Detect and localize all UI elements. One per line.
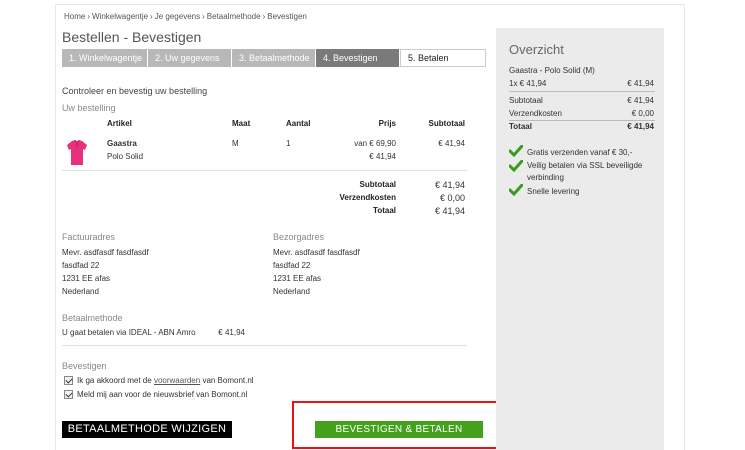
col-subtotaal: Subtotaal [428, 119, 465, 128]
divider [509, 120, 655, 121]
breadcrumb-separator: › [150, 12, 153, 21]
confirm-heading: Bevestigen [62, 361, 107, 371]
step-cart[interactable]: 1. Winkelwagentje [62, 49, 147, 67]
invoice-address-line: fasdfad 22 [62, 261, 100, 270]
delivery-address-heading: Bezorgadres [273, 232, 325, 242]
invoice-address: Mevr. asdfasdf fasdfasdf fasdfad 22 1231… [62, 246, 149, 298]
overview-shipping-value: € 0,00 [631, 109, 654, 118]
col-aantal: Aantal [286, 119, 311, 128]
step-details[interactable]: 2. Uw gegevens [148, 49, 231, 67]
divider [62, 170, 467, 171]
checkmark-icon [509, 184, 523, 196]
page-title: Bestellen - Bevestigen [62, 29, 202, 45]
newsletter-row: Meld mij aan voor de nieuwsbrief van Bom… [64, 390, 248, 400]
overview-subtotal-value: € 41,94 [627, 96, 654, 105]
overview-shipping-label: Verzendkosten [509, 109, 562, 118]
terms-text-post: van Bomont.nl [202, 376, 254, 385]
checkmark-icon [509, 145, 523, 157]
breadcrumb-current: Bevestigen [267, 12, 307, 21]
col-prijs: Prijs [378, 119, 396, 128]
overview-total-value: € 41,94 [627, 122, 654, 131]
step-payment-method[interactable]: 3. Betaalmethode [232, 49, 315, 67]
totals-subtotal-label: Subtotaal [359, 180, 396, 189]
overview-title: Overzicht [509, 42, 564, 57]
breadcrumb-separator: › [87, 12, 91, 21]
confirm-and-pay-button[interactable]: BEVESTIGEN & BETALEN [315, 421, 483, 438]
breadcrumb-details[interactable]: Je gegevens [155, 12, 200, 21]
product-price-now: € 41,94 [369, 152, 396, 161]
product-brand[interactable]: Gaastra [107, 139, 137, 148]
checkout-steps: 1. Winkelwagentje 2. Uw gegevens 3. Beta… [62, 49, 487, 67]
payment-amount: € 41,94 [218, 328, 245, 337]
invoice-address-line: Mevr. asdfasdf fasdfasdf [62, 248, 149, 257]
breadcrumb-cart[interactable]: Winkelwagentje [92, 12, 148, 21]
overview-line-amount: € 41,94 [627, 79, 654, 88]
terms-row: Ik ga akkoord met de voorwaarden van Bom… [64, 376, 254, 386]
invoice-address-line: 1231 EE afas [62, 274, 111, 283]
totals-total-label: Totaal [373, 206, 396, 215]
totals-shipping-label: Verzendkosten [339, 193, 396, 202]
order-heading: Uw bestelling [62, 103, 116, 113]
step-confirm: 4. Bevestigen [316, 49, 399, 67]
feature-secure-payment: Veilig betalen via SSL beveiligde verbin… [527, 160, 642, 184]
invoice-address-heading: Factuuradres [62, 232, 116, 242]
totals-total-value: € 41,94 [434, 206, 465, 216]
terms-link[interactable]: voorwaarden [154, 376, 200, 385]
delivery-address-line: fasdfad 22 [273, 261, 311, 270]
feature-line: verbinding [527, 173, 564, 182]
payment-text: U gaat betalen via IDEAL - ABN Amro [62, 328, 196, 337]
product-image[interactable] [66, 140, 88, 166]
overview-total-label: Totaal [509, 122, 532, 131]
breadcrumb: Home › Winkelwagentje › Je gegevens › Betaalme… [64, 12, 307, 21]
feature-line: Veilig betalen via SSL beveiligde [527, 161, 643, 170]
breadcrumb-home[interactable]: Home [64, 12, 85, 21]
totals-subtotal-value: € 41,94 [434, 180, 465, 190]
divider [509, 91, 655, 92]
terms-checkbox[interactable] [64, 376, 73, 386]
terms-text-pre: Ik ga akkoord met de [77, 376, 152, 385]
overview-product: Gaastra - Polo Solid (M) [509, 66, 595, 75]
checkmark-icon [509, 160, 523, 172]
overview-line-qty: 1x € 41,94 [509, 79, 547, 88]
breadcrumb-separator: › [202, 12, 205, 21]
product-size: M [232, 139, 239, 148]
payment-heading: Betaalmethode [62, 313, 123, 323]
product-qty: 1 [286, 139, 291, 148]
newsletter-label: Meld mij aan voor de nieuwsbrief van Bom… [77, 390, 248, 399]
newsletter-checkbox[interactable] [64, 390, 73, 400]
delivery-address: Mevr. asdfasdf fasdfasdf fasdfad 22 1231… [273, 246, 360, 298]
totals-shipping-value: € 0,00 [439, 193, 465, 203]
breadcrumb-payment-method[interactable]: Betaalmethode [207, 12, 261, 21]
divider [62, 345, 467, 346]
product-name[interactable]: Polo Solid [107, 152, 143, 161]
breadcrumb-separator: › [262, 12, 266, 21]
product-price-was: van € 69,90 [354, 139, 396, 148]
col-artikel: Artikel [107, 119, 132, 128]
invoice-address-line: Nederland [62, 287, 99, 296]
feature-fast-delivery: Snelle levering [527, 187, 580, 196]
product-subtotal: € 41,94 [438, 139, 465, 148]
delivery-address-line: Nederland [273, 287, 310, 296]
col-maat: Maat [232, 119, 251, 128]
intro-text: Controleer en bevestig uw bestelling [62, 86, 208, 96]
change-payment-method-button[interactable]: BETAALMETHODE WIJZIGEN [62, 421, 232, 438]
delivery-address-line: Mevr. asdfasdf fasdfasdf [273, 248, 360, 257]
overview-subtotal-label: Subtotaal [509, 96, 543, 105]
step-pay: 5. Betalen [400, 49, 486, 67]
feature-free-shipping: Gratis verzenden vanaf € 30,- [527, 148, 633, 157]
delivery-address-line: 1231 EE afas [273, 274, 322, 283]
